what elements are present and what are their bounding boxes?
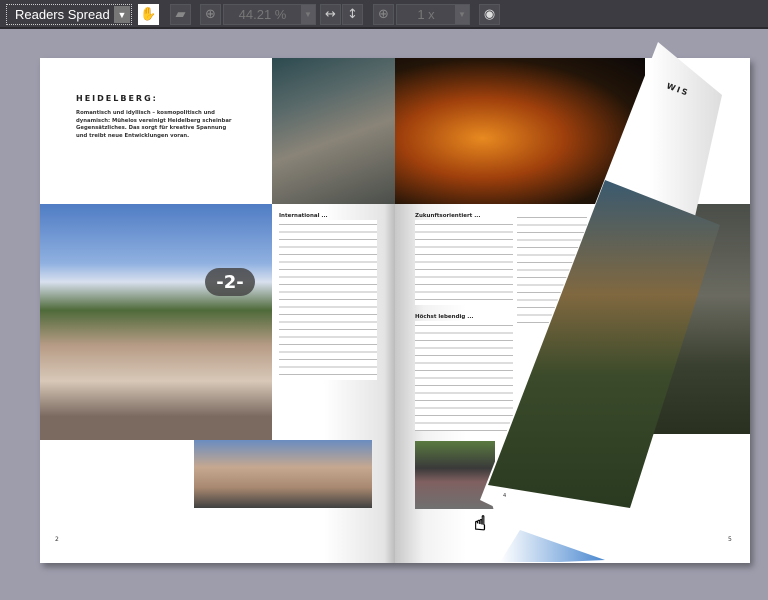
section-heading: Höchst lebendig ... — [415, 314, 474, 320]
hand-tool-icon[interactable]: ✋ — [138, 4, 159, 25]
ruler-icon[interactable]: ▰ — [170, 4, 191, 25]
view-mode-value: Readers Spread — [15, 7, 110, 22]
zoom-in-icon[interactable]: ⊕ — [200, 4, 221, 25]
chevron-down-icon[interactable]: ▼ — [301, 5, 315, 24]
section-heading: International ... — [279, 213, 328, 219]
left-page[interactable]: HEIDELBERG: Romantisch und idyllisch – k… — [40, 58, 395, 563]
intro-text: Romantisch und idyllisch – kosmopolitisc… — [76, 110, 232, 139]
chevron-down-icon[interactable]: ▼ — [455, 5, 469, 24]
page-step-value: 1 x — [417, 7, 435, 22]
page-step-field[interactable]: 1 x ▼ — [396, 4, 470, 25]
fit-height-icon[interactable]: ↕ — [342, 4, 363, 25]
page-badge: -2- — [205, 268, 255, 296]
body-text — [279, 220, 377, 380]
page-number: 2 — [55, 536, 59, 543]
university-photo — [40, 204, 272, 440]
page-title: HEIDELBERG: — [76, 94, 158, 103]
right-page[interactable]: Zukunftsorientiert ... Höchst lebendig .… — [395, 58, 750, 563]
market-square-photo — [194, 440, 372, 508]
zoom-field[interactable]: 44.21 % ▼ — [223, 4, 316, 25]
body-text — [517, 213, 587, 323]
fit-width-icon[interactable]: ↔ — [320, 4, 341, 25]
view-mode-select[interactable]: Readers Spread ▼ — [6, 4, 132, 25]
castle-night-photo — [395, 58, 645, 204]
audience-photo — [415, 441, 495, 509]
aerial-photo — [272, 58, 395, 204]
settings-icon[interactable]: ◉ — [479, 4, 500, 25]
section-heading: Zukunftsorientiert ... — [415, 213, 481, 219]
book-spread: HEIDELBERG: Romantisch und idyllisch – k… — [40, 58, 750, 563]
chevron-down-icon[interactable]: ▼ — [114, 6, 130, 23]
body-text — [415, 321, 513, 431]
toolbar: Readers Spread ▼ ✋ ▰ ⊕ 44.21 % ▼ ↔ ↕ ⊕ 1 x… — [0, 0, 768, 29]
body-text — [415, 220, 513, 305]
zoom-value: 44.21 % — [238, 7, 287, 22]
city-aerial-photo — [645, 204, 750, 434]
add-icon[interactable]: ⊕ — [373, 4, 394, 25]
page-number: 5 — [728, 536, 732, 543]
